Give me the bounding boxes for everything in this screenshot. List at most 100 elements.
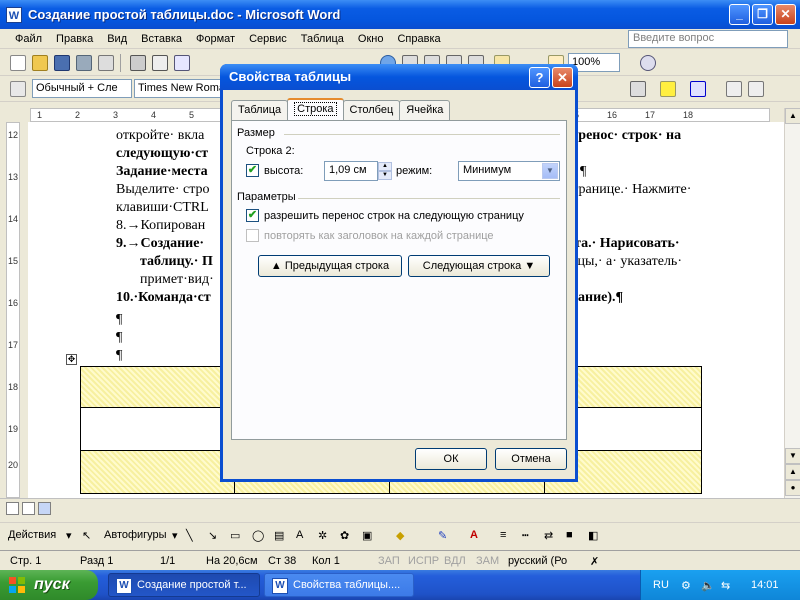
print-preview-icon[interactable] [152, 55, 168, 71]
minimize-button[interactable]: _ [729, 4, 750, 25]
subscript-icon[interactable] [748, 81, 764, 97]
actions-menu[interactable]: Действия [8, 529, 56, 541]
menu-help[interactable]: Справка [390, 33, 447, 45]
vertical-ruler[interactable]: 12 13 14 15 16 17 18 19 20 [0, 122, 28, 498]
spelling-status-icon[interactable]: ✗ [590, 555, 599, 568]
dropdown-arrow-icon[interactable]: ▾ [66, 529, 72, 542]
dash-style-icon[interactable]: ┅ [522, 529, 529, 542]
menu-file[interactable]: Файл [8, 33, 49, 45]
status-record[interactable]: ЗАП [378, 555, 400, 567]
vruler-mark: 14 [8, 214, 19, 224]
spin-up-icon[interactable]: ▲ [378, 162, 392, 171]
shadow-icon[interactable]: ■ [566, 529, 573, 541]
browse-object-icon[interactable]: ● [785, 480, 800, 496]
style-select[interactable]: Обычный + Сле [32, 79, 132, 98]
word-app-icon[interactable]: W [6, 6, 22, 23]
dialog-help-button[interactable]: ? [529, 67, 550, 88]
diagram-icon[interactable]: ✲ [318, 529, 327, 542]
normal-view-icon[interactable] [6, 502, 19, 515]
height-input[interactable]: 1,09 см [324, 161, 378, 181]
superscript-icon[interactable] [726, 81, 742, 97]
language-indicator[interactable]: RU [653, 579, 669, 591]
status-language[interactable]: русский (Ро [508, 555, 567, 567]
tab-column[interactable]: Столбец [342, 100, 401, 120]
permission-icon[interactable] [76, 55, 92, 71]
dialog-titlebar[interactable]: Свойства таблицы [220, 64, 578, 90]
wordart-icon[interactable]: A [296, 529, 303, 541]
window-titlebar[interactable]: W Создание простой таблицы.doc - Microso… [0, 0, 800, 29]
status-overtype[interactable]: ЗАМ [476, 555, 499, 567]
status-track[interactable]: ИСПР [408, 555, 439, 567]
height-checkbox[interactable]: ✔ [246, 164, 259, 177]
clipart-icon[interactable]: ✿ [340, 529, 349, 542]
menu-view[interactable]: Вид [100, 33, 134, 45]
help-question-input[interactable]: Введите вопрос [628, 30, 788, 48]
allow-break-checkbox[interactable]: ✔ [246, 209, 259, 222]
mode-select[interactable]: Минимум ▼ [458, 161, 560, 181]
horizontal-scrollbar[interactable] [0, 498, 800, 518]
save-icon[interactable] [54, 55, 70, 71]
web-view-icon[interactable] [22, 502, 35, 515]
scroll-down-arrow-icon[interactable]: ▼ [785, 448, 800, 464]
dropdown-arrow-icon[interactable]: ▾ [172, 529, 178, 542]
textbox-icon[interactable]: ▤ [274, 529, 284, 542]
oval-icon[interactable]: ◯ [252, 529, 264, 542]
menu-insert[interactable]: Вставка [134, 33, 189, 45]
start-button[interactable]: пуск [0, 570, 98, 600]
spelling-icon[interactable] [174, 55, 190, 71]
arrow-icon[interactable]: ↘ [208, 529, 217, 542]
chevron-down-icon[interactable]: ▼ [542, 163, 558, 179]
taskbar-item-table-properties[interactable]: W Свойства таблицы.... [264, 573, 414, 597]
tab-row[interactable]: Строка [287, 98, 344, 120]
cancel-button[interactable]: Отмена [495, 448, 567, 470]
highlight-icon[interactable] [660, 81, 676, 97]
line-color-icon[interactable]: ✎ [438, 529, 447, 542]
status-extend[interactable]: ВДЛ [444, 555, 466, 567]
print-layout-icon[interactable] [38, 502, 51, 515]
previous-row-button[interactable]: ▲ Предыдущая строка [258, 255, 402, 277]
autoshapes-menu[interactable]: Автофигуры [104, 529, 167, 541]
open-folder-icon[interactable] [32, 55, 48, 71]
line-icon[interactable]: ╲ [186, 529, 193, 542]
clock[interactable]: 14:01 [751, 579, 779, 591]
font-color-icon[interactable] [690, 81, 706, 97]
rectangle-icon[interactable]: ▭ [230, 529, 240, 542]
menu-tools[interactable]: Сервис [242, 33, 294, 45]
styles-icon[interactable] [10, 81, 26, 97]
table-move-handle[interactable]: ✥ [66, 354, 77, 365]
menu-window[interactable]: Окно [351, 33, 391, 45]
font-select[interactable]: Times New Roman [134, 79, 222, 98]
help-icon[interactable] [640, 55, 656, 71]
menu-format[interactable]: Формат [189, 33, 242, 45]
email-icon[interactable] [98, 55, 114, 71]
height-spinner[interactable]: ▲ ▼ [378, 162, 392, 180]
select-objects-icon[interactable]: ↖ [82, 529, 91, 542]
arrow-style-icon[interactable]: ⇄ [544, 529, 553, 542]
print-icon[interactable] [130, 55, 146, 71]
taskbar-item-word-doc[interactable]: W Создание простой т... [108, 573, 260, 597]
new-document-icon[interactable] [10, 55, 26, 71]
font-color-icon[interactable]: A [470, 529, 478, 541]
dialog-close-button[interactable]: ✕ [552, 67, 573, 88]
tray-icon[interactable]: ⚙ [681, 579, 691, 592]
vertical-scrollbar[interactable]: ▲ ▼ ▲ ● [784, 108, 800, 508]
tab-table[interactable]: Таблица [231, 100, 289, 120]
spin-down-icon[interactable]: ▼ [378, 171, 392, 180]
tab-cell[interactable]: Ячейка [399, 100, 451, 120]
menu-table[interactable]: Таблица [294, 33, 351, 45]
network-icon[interactable]: ⇆ [721, 579, 730, 592]
scroll-up-arrow-icon[interactable]: ▲ [785, 108, 800, 124]
borders-icon[interactable] [630, 81, 646, 97]
prev-page-icon[interactable]: ▲ [785, 464, 800, 480]
menu-edit[interactable]: Правка [49, 33, 100, 45]
ok-button[interactable]: ОК [415, 448, 487, 470]
next-row-button[interactable]: Следующая строка ▼ [408, 255, 550, 277]
volume-icon[interactable]: 🔈 [701, 579, 715, 592]
3d-icon[interactable]: ◧ [588, 529, 598, 542]
restore-button[interactable]: ❐ [752, 4, 773, 25]
close-window-button[interactable]: ✕ [775, 4, 796, 25]
picture-icon[interactable]: ▣ [362, 529, 372, 542]
fill-color-icon[interactable]: ◆ [396, 529, 404, 542]
line-style-icon[interactable]: ≡ [500, 529, 506, 541]
repeat-header-checkbox[interactable] [246, 229, 259, 242]
